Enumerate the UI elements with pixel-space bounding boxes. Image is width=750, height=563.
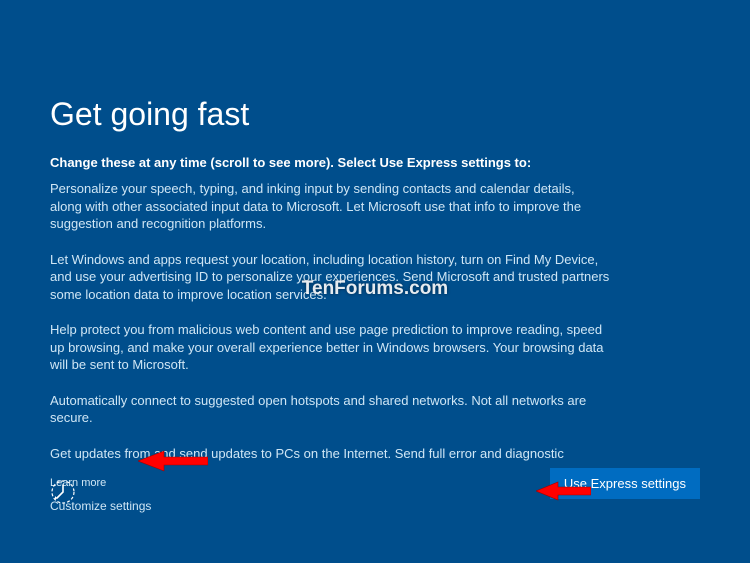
setting-paragraph: Let Windows and apps request your locati… [50, 251, 610, 304]
page-title: Get going fast [50, 96, 700, 133]
setting-paragraph: Automatically connect to suggested open … [50, 392, 610, 427]
setting-paragraph: Get updates from and send updates to PCs… [50, 445, 610, 463]
setting-paragraph: Help protect you from malicious web cont… [50, 321, 610, 374]
intro-subtitle: Change these at any time (scroll to see … [50, 155, 700, 170]
ease-of-access-icon[interactable] [50, 479, 76, 505]
use-express-settings-button[interactable]: Use Express settings [550, 468, 700, 499]
setting-paragraph: Personalize your speech, typing, and ink… [50, 180, 610, 233]
customize-settings-link[interactable]: Customize settings [50, 499, 700, 513]
